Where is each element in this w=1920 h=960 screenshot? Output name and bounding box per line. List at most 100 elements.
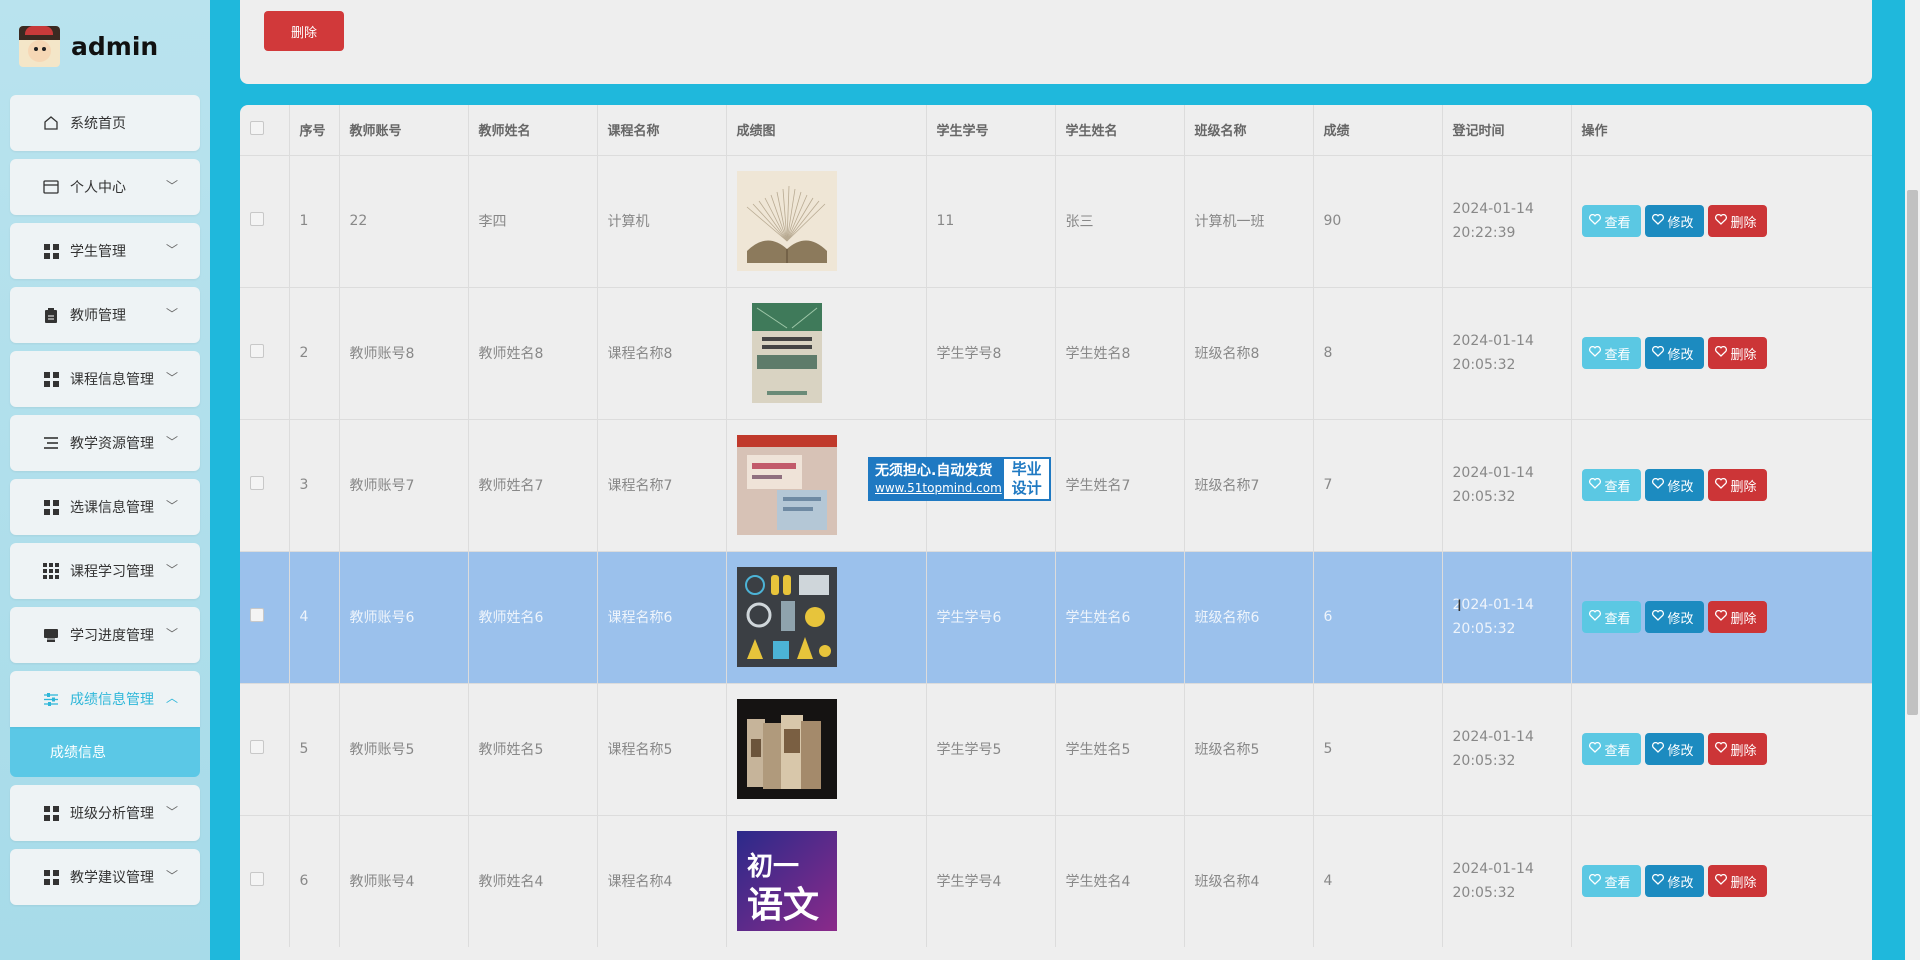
col-header: 学生学号 <box>926 105 1056 155</box>
view-button[interactable]: 查看 <box>1581 733 1641 765</box>
cell-course: 课程名称6 <box>597 550 727 683</box>
col-header: 登记时间 <box>1442 105 1572 155</box>
cell-student-name: 学生姓名4 <box>1055 814 1185 947</box>
row-select-cell <box>240 286 290 419</box>
sliders-icon <box>42 690 60 708</box>
table-row[interactable]: 2 教师账号8 教师姓名8 课程名称8 学生学号8 学生姓名8 班级名称8 8 2024-01-… <box>240 286 1872 419</box>
sidebar-menu: 系统首页 个人中心 ﹀ 学生管理 ﹀ 教师管理 ﹀ 课程信息管理 ﹀ 教学资源管… <box>10 95 200 913</box>
sidebar-subitem-grade-info[interactable]: 成绩信息 <box>10 727 200 777</box>
chevron-down-icon: ﹀ <box>165 627 178 641</box>
sidebar-item-label: 系统首页 <box>70 116 126 132</box>
edit-button[interactable]: 修改 <box>1644 469 1704 501</box>
cell-score: 90 <box>1313 154 1443 287</box>
table-row[interactable]: 5 教师账号5 教师姓名5 课程名称5 学生学号5 学生姓名5 班级名称5 5 2024-01-… <box>240 682 1872 815</box>
cell-score-image <box>726 286 927 419</box>
sidebar-item-courses[interactable]: 课程信息管理 ﹀ <box>10 351 200 407</box>
sidebar-item-teachers[interactable]: 教师管理 ﹀ <box>10 287 200 343</box>
sidebar-item-label: 班级分析管理 <box>70 806 154 822</box>
cell-index: 4 <box>289 550 340 683</box>
chevron-down-icon: ﹀ <box>165 869 178 883</box>
table-row[interactable]: 4 教师账号6 教师姓名6 课程名称6 学生学号6 学生姓名6 班级名称6 6 2024-01-… <box>240 550 1872 683</box>
sidebar-item-label: 个人中心 <box>70 180 126 196</box>
cell-class-name: 班级名称7 <box>1184 418 1314 551</box>
batch-delete-button[interactable]: 删除 <box>264 11 344 51</box>
col-header: 班级名称 <box>1184 105 1314 155</box>
edit-button[interactable]: 修改 <box>1644 733 1704 765</box>
cell-actions: 查看 修改 删除 <box>1571 286 1872 419</box>
delete-button[interactable]: 删除 <box>1707 469 1767 501</box>
row-checkbox[interactable] <box>250 344 264 358</box>
heart-icon <box>1588 873 1601 889</box>
cell-actions: 查看 修改 删除 <box>1571 682 1872 815</box>
watermark-banner[interactable]: 无须担心.自动发货 www.51topmind.com 毕业 设计 <box>868 457 1051 501</box>
view-button[interactable]: 查看 <box>1581 469 1641 501</box>
sidebar-item-label: 选课信息管理 <box>70 500 154 516</box>
heart-icon <box>1588 477 1601 493</box>
table-row[interactable]: 1 22 李四 计算机 11 张三 计算机一班 90 2024-01-14 20:22:39 查看… <box>240 154 1872 287</box>
edit-button[interactable]: 修改 <box>1644 865 1704 898</box>
watermark-link[interactable]: www.51topmind.com <box>875 480 1004 496</box>
view-button[interactable]: 查看 <box>1581 601 1641 633</box>
row-checkbox[interactable] <box>250 476 264 490</box>
sidebar-item-enrollment[interactable]: 选课信息管理 ﹀ <box>10 479 200 535</box>
table-row[interactable]: 3 教师账号7 教师姓名7 课程名称7 学生姓名7 班级名称7 7 2024-01-14 20… <box>240 418 1872 551</box>
delete-button[interactable]: 删除 <box>1707 205 1767 237</box>
edit-label: 修改 <box>1667 347 1694 363</box>
row-select-cell <box>240 682 290 815</box>
edit-button[interactable]: 修改 <box>1644 205 1704 237</box>
score-image[interactable] <box>736 567 926 667</box>
sidebar-item-resources[interactable]: 教学资源管理 ﹀ <box>10 415 200 471</box>
sidebar-item-grades[interactable]: 成绩信息管理 ︿ <box>10 671 200 727</box>
heart-icon <box>1714 741 1727 757</box>
sidebar-item-class-analysis[interactable]: 班级分析管理 ﹀ <box>10 785 200 841</box>
cell-course: 课程名称7 <box>597 418 727 551</box>
heart-icon <box>1588 345 1601 361</box>
view-label: 查看 <box>1604 743 1631 759</box>
edit-label: 修改 <box>1667 875 1694 891</box>
scrollbar-thumb[interactable] <box>1907 190 1918 715</box>
score-image[interactable] <box>736 171 926 271</box>
heart-icon <box>1714 345 1727 361</box>
heart-icon <box>1651 213 1664 229</box>
cell-class-name: 班级名称4 <box>1184 814 1314 947</box>
toolbar-card: 删除 <box>240 0 1872 84</box>
view-button[interactable]: 查看 <box>1581 865 1641 898</box>
edit-button[interactable]: 修改 <box>1644 601 1704 633</box>
sidebar-item-progress[interactable]: 学习进度管理 ﹀ <box>10 607 200 663</box>
cell-score: 5 <box>1313 682 1443 815</box>
delete-button[interactable]: 删除 <box>1707 601 1767 633</box>
cell-score: 4 <box>1313 814 1443 947</box>
sidebar-item-profile[interactable]: 个人中心 ﹀ <box>10 159 200 215</box>
cell-actions: 查看 修改 删除 <box>1571 550 1872 683</box>
row-checkbox[interactable] <box>250 872 264 887</box>
row-checkbox[interactable] <box>250 212 264 226</box>
sidebar-item-course-study[interactable]: 课程学习管理 ﹀ <box>10 543 200 599</box>
cell-course: 计算机 <box>597 154 727 287</box>
delete-label: 删除 <box>1730 215 1757 231</box>
select-all-checkbox[interactable] <box>250 120 264 135</box>
sidebar-item-students[interactable]: 学生管理 ﹀ <box>10 223 200 279</box>
delete-button[interactable]: 删除 <box>1707 337 1767 369</box>
grades-table: 序号 教师账号 教师姓名 课程名称 成绩图 学生学号 学生姓名 班级名称 成绩 … <box>240 105 1872 947</box>
sidebar-item-teaching-advice[interactable]: 教学建议管理 ﹀ <box>10 849 200 905</box>
heart-icon <box>1714 609 1727 625</box>
cell-student-name: 学生姓名6 <box>1055 550 1185 683</box>
cell-teacher-name: 教师姓名7 <box>468 418 598 551</box>
heart-icon <box>1588 213 1601 229</box>
table-row[interactable]: 6 教师账号4 教师姓名4 课程名称4 初一 语文 学生学号4 学生姓名4 班级名称4 4 2024… <box>240 814 1872 947</box>
cell-teacher-account: 教师账号4 <box>339 814 469 947</box>
row-checkbox[interactable] <box>250 608 264 622</box>
view-button[interactable]: 查看 <box>1581 205 1641 237</box>
sidebar-item-home[interactable]: 系统首页 <box>10 95 200 151</box>
cell-time: 2024-01-14 20:22:39 <box>1442 154 1572 287</box>
edit-button[interactable]: 修改 <box>1644 337 1704 369</box>
score-image[interactable] <box>736 699 926 799</box>
view-button[interactable]: 查看 <box>1581 337 1641 369</box>
row-checkbox[interactable] <box>250 740 264 754</box>
delete-button[interactable]: 删除 <box>1707 733 1767 765</box>
score-image[interactable] <box>736 303 926 403</box>
delete-button[interactable]: 删除 <box>1707 865 1767 898</box>
grid-icon <box>42 868 60 886</box>
cell-time: 2024-01-14 20:05:32 <box>1442 286 1572 419</box>
score-image[interactable]: 初一 语文 <box>736 831 926 932</box>
